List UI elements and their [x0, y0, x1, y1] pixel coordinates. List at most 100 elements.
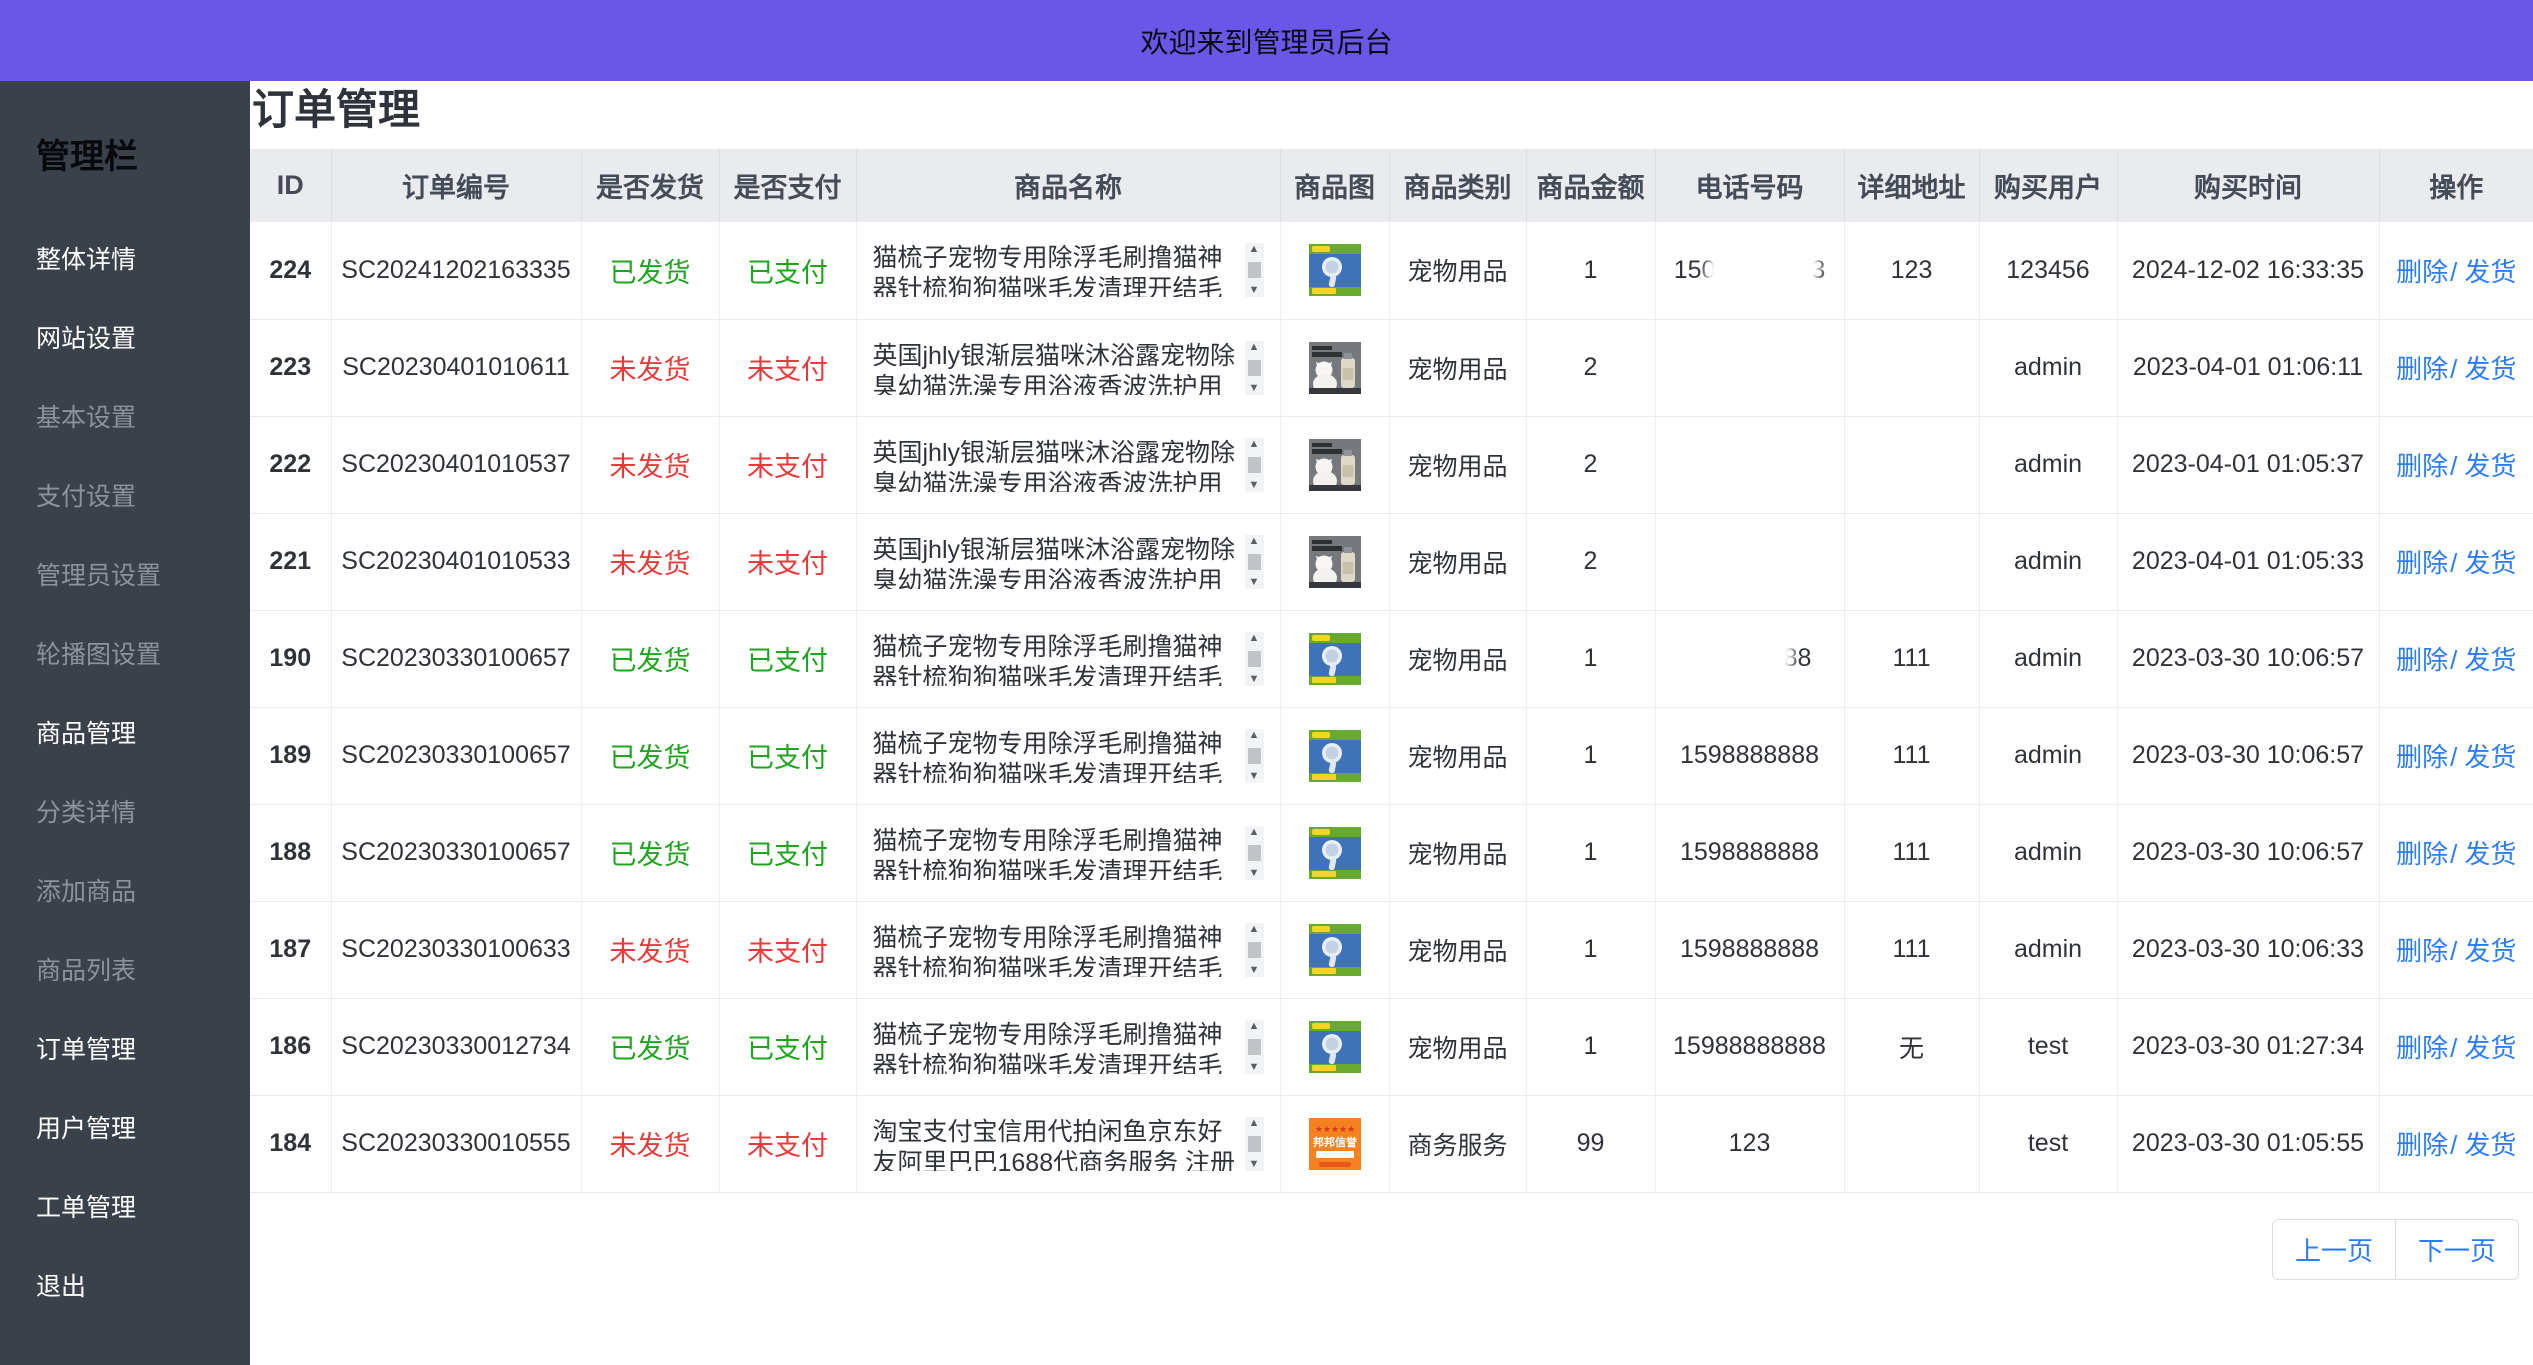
scroll-down-icon[interactable]: ▼: [1249, 284, 1260, 297]
scroll-down-icon[interactable]: ▼: [1249, 382, 1260, 395]
ship-order-link[interactable]: 发货: [2464, 1033, 2516, 1063]
scrollbar[interactable]: ▲▼: [1245, 243, 1264, 297]
delete-order-link[interactable]: 删除: [2396, 354, 2448, 384]
ship-order-link[interactable]: 发货: [2464, 1130, 2516, 1160]
scroll-down-icon[interactable]: ▼: [1249, 964, 1260, 977]
scroll-thumb[interactable]: [1248, 262, 1261, 278]
product-name-box[interactable]: 猫梳子宠物专用除浮毛刷撸猫神器针梳狗狗猫咪毛发清理开结毛▲▼: [873, 729, 1264, 783]
scroll-thumb[interactable]: [1248, 360, 1261, 376]
product-image-cell: [1280, 804, 1389, 901]
sidebar-item-payment-settings[interactable]: 支付设置: [36, 485, 250, 510]
scroll-down-icon[interactable]: ▼: [1249, 1061, 1260, 1074]
shipping-status: 未发货: [581, 513, 719, 610]
next-page-button[interactable]: 下一页: [2395, 1219, 2519, 1280]
sidebar-item-user-management[interactable]: 用户管理: [36, 1117, 250, 1142]
sidebar-item-product-management[interactable]: 商品管理: [36, 722, 250, 747]
user-cell: admin: [1979, 901, 2117, 998]
scroll-thumb[interactable]: [1248, 942, 1261, 958]
product-name-cell: 英国jhly银渐层猫咪沐浴露宠物除臭幼猫洗澡专用浴液香波洗护用品▲▼: [856, 416, 1280, 513]
scroll-up-icon[interactable]: ▲: [1249, 729, 1260, 742]
ship-order-link[interactable]: 发货: [2464, 839, 2516, 869]
sidebar-item-basic-settings[interactable]: 基本设置: [36, 406, 250, 431]
ship-order-link[interactable]: 发货: [2464, 742, 2516, 772]
delete-order-link[interactable]: 删除: [2396, 1033, 2448, 1063]
actions-cell: 删除/发货: [2379, 1095, 2533, 1192]
scrollbar[interactable]: ▲▼: [1245, 923, 1264, 977]
table-row: 221SC20230401010533未发货未支付英国jhly银渐层猫咪沐浴露宠…: [250, 513, 2533, 610]
orders-table: ID订单编号是否发货是否支付商品名称商品图商品类别商品金额电话号码详细地址购买用…: [250, 149, 2533, 1193]
scroll-down-icon[interactable]: ▼: [1249, 867, 1260, 880]
scroll-thumb[interactable]: [1248, 845, 1261, 861]
sidebar-item-order-management[interactable]: 订单管理: [36, 1038, 250, 1063]
scroll-down-icon[interactable]: ▼: [1249, 770, 1260, 783]
delete-order-link[interactable]: 删除: [2396, 645, 2448, 675]
product-name-box[interactable]: 英国jhly银渐层猫咪沐浴露宠物除臭幼猫洗澡专用浴液香波洗护用品▲▼: [873, 535, 1264, 589]
scroll-thumb[interactable]: [1248, 748, 1261, 764]
scroll-thumb[interactable]: [1248, 554, 1261, 570]
scroll-thumb[interactable]: [1248, 1136, 1261, 1152]
page-title: 订单管理: [252, 87, 2533, 133]
sidebar-item-ticket-management[interactable]: 工单管理: [36, 1196, 250, 1221]
delete-order-link[interactable]: 删除: [2396, 1130, 2448, 1160]
product-name-box[interactable]: 英国jhly银渐层猫咪沐浴露宠物除臭幼猫洗澡专用浴液香波洗护用品▲▼: [873, 341, 1264, 395]
scrollbar[interactable]: ▲▼: [1245, 1117, 1264, 1171]
sidebar-item-carousel-settings[interactable]: 轮播图设置: [36, 643, 250, 668]
product-name-box[interactable]: 猫梳子宠物专用除浮毛刷撸猫神器针梳狗狗猫咪毛发清理开结毛▲▼: [873, 923, 1264, 977]
scroll-thumb[interactable]: [1248, 651, 1261, 667]
scroll-up-icon[interactable]: ▲: [1249, 341, 1260, 354]
product-image-cat-shampoo: [1309, 342, 1361, 394]
product-name-box[interactable]: 英国jhly银渐层猫咪沐浴露宠物除臭幼猫洗澡专用浴液香波洗护用品▲▼: [873, 438, 1264, 492]
scrollbar[interactable]: ▲▼: [1245, 341, 1264, 395]
scroll-up-icon[interactable]: ▲: [1249, 1020, 1260, 1033]
scroll-up-icon[interactable]: ▲: [1249, 826, 1260, 839]
product-name-text: 英国jhly银渐层猫咪沐浴露宠物除臭幼猫洗澡专用浴液香波洗护用品: [873, 438, 1243, 492]
sidebar-item-overall-details[interactable]: 整体详情: [36, 248, 250, 273]
scrollbar[interactable]: ▲▼: [1245, 729, 1264, 783]
prev-page-button[interactable]: 上一页: [2272, 1219, 2396, 1280]
scroll-up-icon[interactable]: ▲: [1249, 535, 1260, 548]
ship-order-link[interactable]: 发货: [2464, 354, 2516, 384]
delete-order-link[interactable]: 删除: [2396, 451, 2448, 481]
product-name-box[interactable]: 猫梳子宠物专用除浮毛刷撸猫神器针梳狗狗猫咪毛发清理开结毛▲▼: [873, 632, 1264, 686]
sidebar-item-category-details[interactable]: 分类详情: [36, 801, 250, 826]
delete-order-link[interactable]: 删除: [2396, 548, 2448, 578]
scroll-up-icon[interactable]: ▲: [1249, 243, 1260, 256]
delete-order-link[interactable]: 删除: [2396, 936, 2448, 966]
category-cell: 宠物用品: [1389, 901, 1526, 998]
ship-order-link[interactable]: 发货: [2464, 548, 2516, 578]
scrollbar[interactable]: ▲▼: [1245, 535, 1264, 589]
scroll-down-icon[interactable]: ▼: [1249, 673, 1260, 686]
action-separator: /: [2450, 257, 2457, 287]
ship-order-link[interactable]: 发货: [2464, 936, 2516, 966]
scroll-up-icon[interactable]: ▲: [1249, 1117, 1260, 1130]
product-name-box[interactable]: 猫梳子宠物专用除浮毛刷撸猫神器针梳狗狗猫咪毛发清理开结毛▲▼: [873, 243, 1264, 297]
scroll-up-icon[interactable]: ▲: [1249, 632, 1260, 645]
scrollbar[interactable]: ▲▼: [1245, 826, 1264, 880]
scroll-up-icon[interactable]: ▲: [1249, 923, 1260, 936]
product-name-box[interactable]: 猫梳子宠物专用除浮毛刷撸猫神器针梳狗狗猫咪毛发清理开结毛▲▼: [873, 826, 1264, 880]
scrollbar[interactable]: ▲▼: [1245, 1020, 1264, 1074]
sidebar-item-add-product[interactable]: 添加商品: [36, 880, 250, 905]
scroll-thumb[interactable]: [1248, 1039, 1261, 1055]
product-name-box[interactable]: 猫梳子宠物专用除浮毛刷撸猫神器针梳狗狗猫咪毛发清理开结毛▲▼: [873, 1020, 1264, 1074]
sidebar-item-admin-settings[interactable]: 管理员设置: [36, 564, 250, 589]
scroll-down-icon[interactable]: ▼: [1249, 479, 1260, 492]
delete-order-link[interactable]: 删除: [2396, 742, 2448, 772]
product-name-text: 英国jhly银渐层猫咪沐浴露宠物除臭幼猫洗澡专用浴液香波洗护用品: [873, 535, 1243, 589]
col-header-product-name: 商品名称: [856, 149, 1280, 222]
scroll-down-icon[interactable]: ▼: [1249, 1158, 1260, 1171]
sidebar-item-product-list[interactable]: 商品列表: [36, 959, 250, 984]
scroll-down-icon[interactable]: ▼: [1249, 576, 1260, 589]
sidebar-item-site-settings[interactable]: 网站设置: [36, 327, 250, 352]
delete-order-link[interactable]: 删除: [2396, 839, 2448, 869]
ship-order-link[interactable]: 发货: [2464, 257, 2516, 287]
scrollbar[interactable]: ▲▼: [1245, 438, 1264, 492]
scroll-up-icon[interactable]: ▲: [1249, 438, 1260, 451]
product-name-box[interactable]: 淘宝支付宝信用代拍闲鱼京东好友阿里巴巴1688代商务服务 注册▲▼: [873, 1117, 1264, 1171]
scrollbar[interactable]: ▲▼: [1245, 632, 1264, 686]
scroll-thumb[interactable]: [1248, 457, 1261, 473]
ship-order-link[interactable]: 发货: [2464, 645, 2516, 675]
delete-order-link[interactable]: 删除: [2396, 257, 2448, 287]
ship-order-link[interactable]: 发货: [2464, 451, 2516, 481]
sidebar-item-logout[interactable]: 退出: [36, 1275, 250, 1300]
